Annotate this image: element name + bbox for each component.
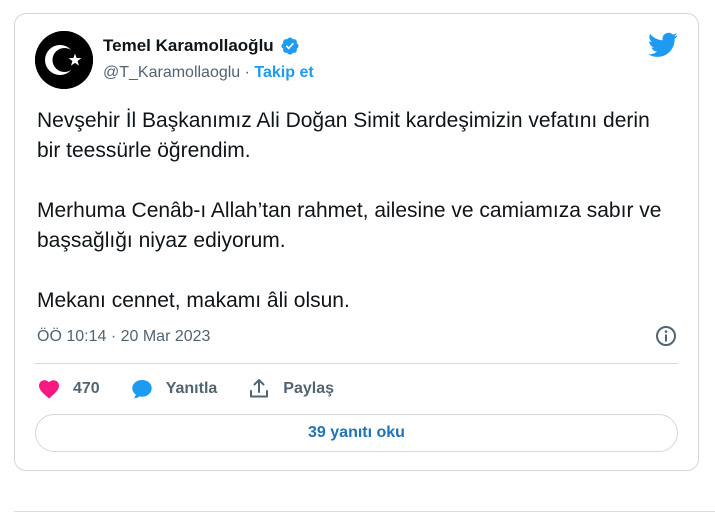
tweet-text: Nevşehir İl Başkanımız Ali Doğan Simit k… [37,106,677,316]
divider [35,363,678,364]
follow-link[interactable]: Takip et [254,64,313,81]
tweet-paragraph: Nevşehir İl Başkanımız Ali Doğan Simit k… [37,109,650,162]
handle-separator: · [240,64,255,81]
reply-button[interactable]: Yanıtla [130,377,218,401]
tweet-card: Temel Karamollaoğlu @T_Karamollaoglu · T… [14,13,699,471]
crescent-star-icon [35,31,93,89]
share-button[interactable]: Paylaş [247,377,334,401]
tweet-paragraph: Merhuma Cenâb-ı Allah’tan rahmet, ailesi… [37,199,662,252]
handle-row: @T_Karamollaoglu · Takip et [103,64,314,82]
author-name[interactable]: Temel Karamollaoğlu [103,36,274,56]
reply-label: Yanıtla [165,380,218,397]
speech-bubble-icon [132,380,152,399]
like-button[interactable]: 470 [37,377,100,401]
read-replies-button[interactable]: 39 yanıtı oku [35,414,678,452]
page-divider [14,511,715,512]
heart-icon [39,380,59,399]
like-count: 470 [73,380,100,397]
info-icon[interactable] [654,324,678,348]
tweet-paragraph: Mekanı cennet, makamı âli olsun. [37,289,350,312]
share-upload-icon [250,379,269,398]
author-avatar[interactable] [35,31,93,89]
twitter-bird-icon[interactable] [648,32,678,58]
tweet-actions: 470 Yanıtla Paylaş [37,376,364,402]
verified-badge-icon [280,36,300,56]
author-name-row: Temel Karamollaoğlu [103,36,300,56]
share-label: Paylaş [283,380,334,397]
tweet-timestamp[interactable]: ÖÖ 10:14 · 20 Mar 2023 [37,328,210,346]
author-handle[interactable]: @T_Karamollaoglu [103,64,240,81]
